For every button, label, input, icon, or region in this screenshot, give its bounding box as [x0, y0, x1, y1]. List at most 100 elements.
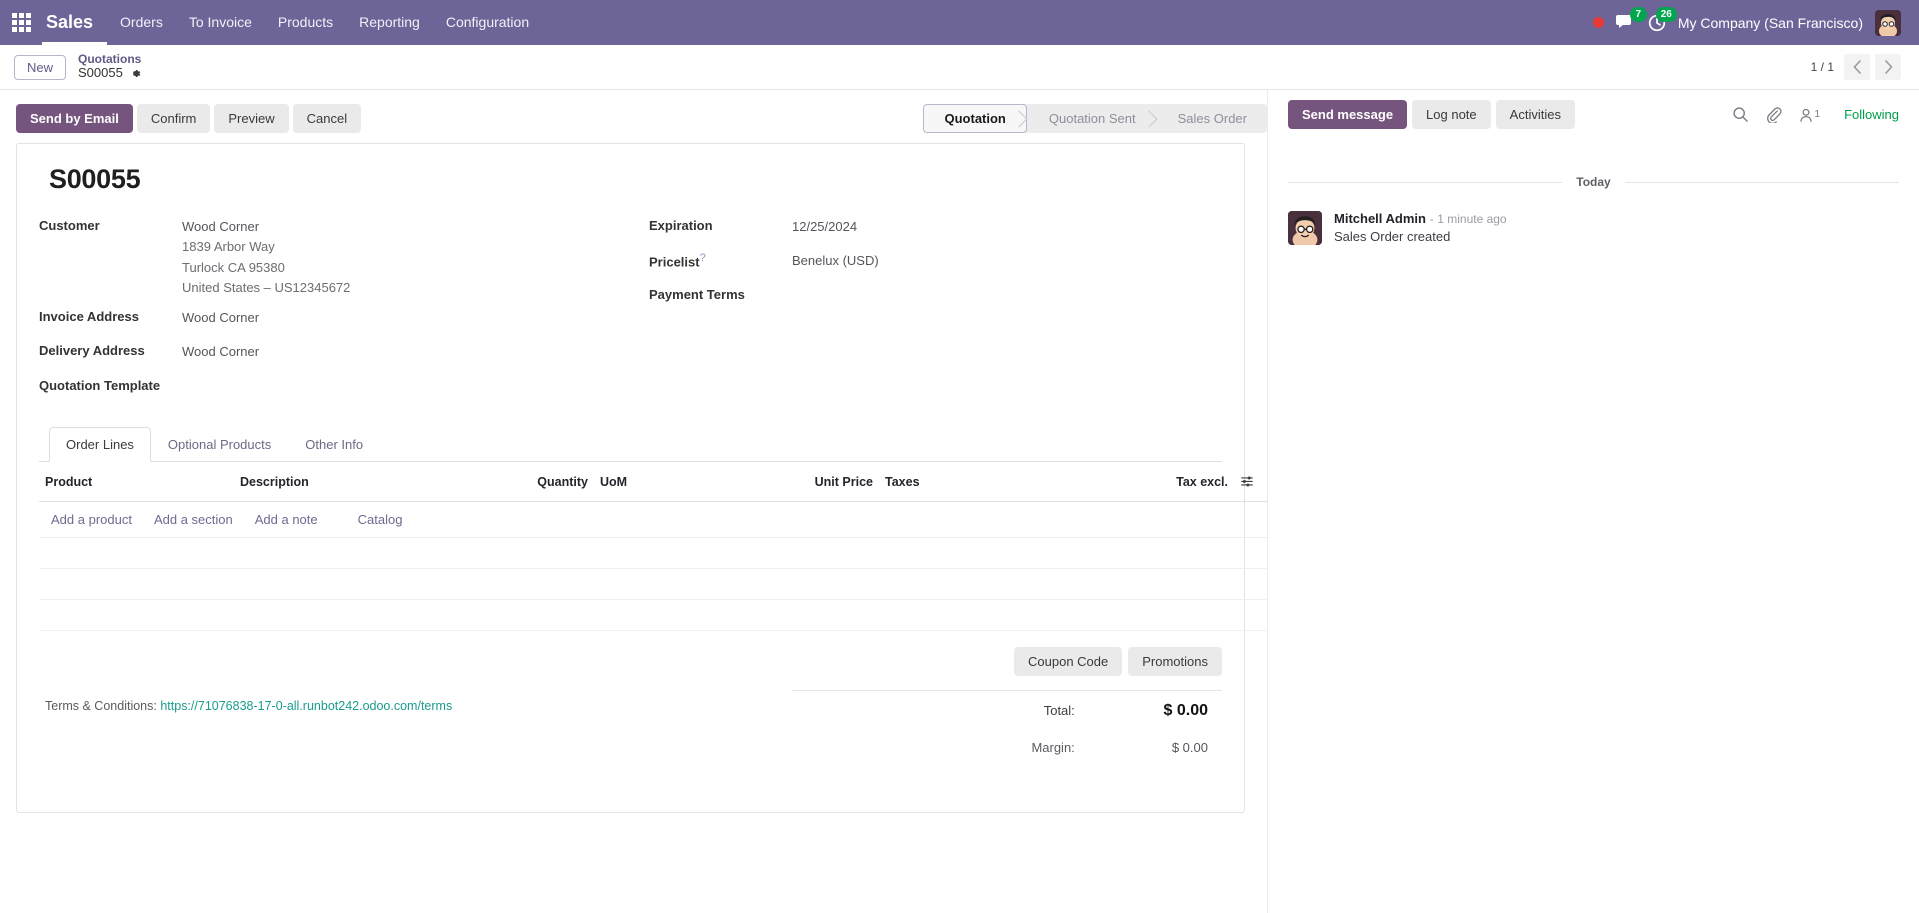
- status-step-sales-order-label: Sales Order: [1177, 111, 1247, 126]
- record-dot-icon[interactable]: [1592, 17, 1604, 28]
- gear-icon[interactable]: [129, 67, 142, 80]
- followers-count: 1: [1814, 109, 1821, 120]
- add-links-row: Add a product Add a section Add a note C…: [39, 501, 1267, 537]
- activities-button[interactable]: Activities: [1495, 100, 1575, 129]
- log-note-button[interactable]: Log note: [1412, 100, 1491, 129]
- messages-count-badge: 7: [1629, 6, 1647, 22]
- chatter-message: Mitchell Admin - 1 minute ago Sales Orde…: [1288, 211, 1899, 245]
- table-row[interactable]: [39, 536, 1267, 569]
- field-expiration-label: Expiration: [649, 218, 713, 233]
- attachments-button[interactable]: [1765, 106, 1782, 123]
- breadcrumb-parent-quotations[interactable]: Quotations: [78, 52, 142, 67]
- terms-link[interactable]: https://71076838-17-0-all.runbot242.odoo…: [160, 699, 452, 713]
- pager-previous-button[interactable]: [1844, 54, 1870, 80]
- message-author-avatar[interactable]: [1288, 211, 1322, 245]
- tab-order-lines[interactable]: Order Lines: [49, 426, 151, 462]
- column-quantity[interactable]: Quantity: [464, 461, 594, 502]
- totals-area: Terms & Conditions: https://71076838-17-…: [39, 646, 1222, 766]
- order-lines-table: Product Description Quantity UoM Unit Pr…: [39, 461, 1267, 631]
- following-toggle[interactable]: Following: [1844, 107, 1899, 122]
- column-product[interactable]: Product: [39, 461, 234, 502]
- form-buttons: Send by Email Confirm Preview Cancel: [16, 104, 362, 133]
- margin-value: $ 0.00: [1171, 739, 1208, 755]
- page-title: S00055: [49, 164, 141, 194]
- add-a-section-link[interactable]: Add a section: [154, 512, 233, 527]
- column-tax-excl[interactable]: Tax excl.: [1139, 461, 1234, 502]
- followers-icon: [1799, 108, 1812, 122]
- notebook-tabs: Order Lines Optional Products Other Info: [39, 426, 1222, 462]
- promotions-button[interactable]: Promotions: [1128, 646, 1222, 676]
- field-pricelist-label-text: Pricelist: [649, 254, 700, 270]
- customer-address-street: 1839 Arbor Way: [182, 239, 275, 255]
- empty-cell: [39, 568, 1267, 600]
- message-content: Mitchell Admin - 1 minute ago Sales Orde…: [1334, 211, 1507, 245]
- menu-reporting[interactable]: Reporting: [346, 0, 433, 45]
- customer-address-city: Turlock CA 95380: [182, 259, 285, 275]
- send-message-button[interactable]: Send message: [1288, 100, 1408, 129]
- field-pricelist-label: Pricelist?: [649, 251, 792, 269]
- followers-button[interactable]: 1: [1798, 107, 1821, 123]
- confirm-button[interactable]: Confirm: [136, 104, 211, 133]
- day-divider-label: Today: [1576, 175, 1611, 189]
- field-quotation-template-label: Quotation Template: [39, 377, 161, 393]
- field-invoice-address-value[interactable]: Wood Corner: [182, 308, 259, 328]
- menu-products[interactable]: Products: [265, 0, 346, 45]
- help-tooltip-icon[interactable]: ?: [700, 252, 706, 264]
- menu-to-invoice[interactable]: To Invoice: [176, 0, 265, 45]
- messages-button[interactable]: 7: [1615, 6, 1647, 32]
- company-switcher[interactable]: My Company (San Francisco): [1678, 15, 1863, 31]
- status-step-quotation[interactable]: Quotation: [922, 104, 1027, 133]
- tab-optional-products[interactable]: Optional Products: [151, 427, 288, 462]
- column-uom[interactable]: UoM: [594, 461, 769, 502]
- new-record-button[interactable]: New: [14, 54, 67, 80]
- field-customer-label: Customer: [39, 218, 100, 233]
- form-sheet: S00055 Customer Wood Corner 1839 Arbor W…: [16, 143, 1267, 813]
- send-by-email-button[interactable]: Send by Email: [16, 104, 133, 133]
- add-links: Add a product Add a section Add a note C…: [45, 512, 1262, 527]
- field-delivery-address-label: Delivery Address: [39, 343, 145, 359]
- empty-cell: [39, 599, 1267, 631]
- field-expiration-value[interactable]: 12/25/2024: [792, 217, 857, 237]
- table-options-button[interactable]: [1234, 461, 1267, 502]
- table-row[interactable]: [39, 568, 1267, 600]
- message-body: Sales Order created: [1334, 229, 1451, 244]
- cancel-button[interactable]: Cancel: [292, 104, 362, 133]
- pager-next-button[interactable]: [1875, 54, 1901, 80]
- total-label: Total:: [1043, 703, 1075, 719]
- field-delivery-address-value[interactable]: Wood Corner: [182, 342, 259, 362]
- status-arrow-icon: [1143, 104, 1157, 133]
- user-avatar[interactable]: [1875, 9, 1901, 36]
- search-icon: [1732, 107, 1748, 122]
- column-description[interactable]: Description: [234, 461, 464, 502]
- table-header-row: Product Description Quantity UoM Unit Pr…: [39, 461, 1267, 502]
- app-brand-sales[interactable]: Sales: [42, 0, 108, 45]
- chatter-icon-group: 1 Following: [1732, 106, 1899, 123]
- field-delivery-address: Delivery Address Wood Corner: [39, 342, 639, 362]
- field-customer-value: Wood Corner 1839 Arbor Way Turlock CA 95…: [182, 217, 350, 298]
- chatter-day-divider: Today: [1288, 175, 1900, 189]
- customer-name[interactable]: Wood Corner: [182, 217, 350, 237]
- activities-button[interactable]: 26: [1648, 6, 1677, 32]
- add-a-product-link[interactable]: Add a product: [51, 512, 132, 527]
- status-step-quotation-sent-label: Quotation Sent: [1048, 111, 1136, 126]
- menu-orders[interactable]: Orders: [107, 0, 176, 45]
- terms-text: Terms & Conditions: https://71076838-17-…: [45, 699, 792, 713]
- message-author[interactable]: Mitchell Admin: [1334, 211, 1426, 226]
- column-unit-price[interactable]: Unit Price: [769, 461, 879, 502]
- tab-other-info[interactable]: Other Info: [288, 427, 380, 462]
- apps-menu-button[interactable]: [0, 0, 42, 45]
- column-taxes[interactable]: Taxes: [879, 461, 1139, 502]
- status-step-sales-order[interactable]: Sales Order: [1156, 104, 1267, 133]
- field-payment-terms-label: Payment Terms: [649, 286, 745, 302]
- search-messages-button[interactable]: [1732, 106, 1749, 123]
- table-row[interactable]: [39, 599, 1267, 631]
- menu-configuration[interactable]: Configuration: [433, 0, 542, 45]
- preview-button[interactable]: Preview: [214, 104, 289, 133]
- add-a-note-link[interactable]: Add a note: [255, 512, 318, 527]
- coupon-code-button[interactable]: Coupon Code: [1014, 646, 1123, 676]
- chatter-buttons: Send message Log note Activities: [1288, 100, 1575, 129]
- field-quotation-template: Quotation Template: [39, 377, 639, 393]
- status-step-quotation-sent[interactable]: Quotation Sent: [1027, 104, 1156, 133]
- field-pricelist-value[interactable]: Benelux (USD): [792, 251, 879, 271]
- catalog-link[interactable]: Catalog: [358, 512, 403, 527]
